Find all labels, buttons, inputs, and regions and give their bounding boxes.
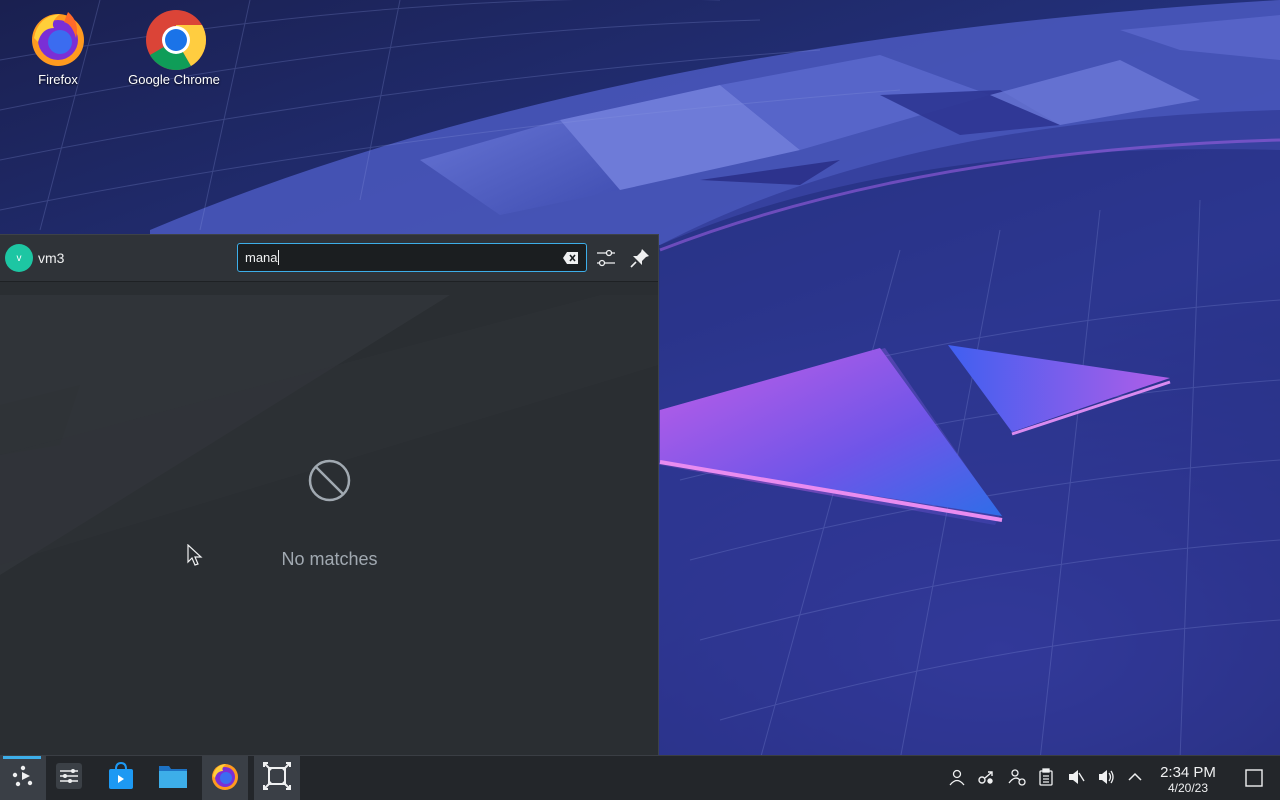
mouse-cursor-icon <box>187 543 203 568</box>
desktop-icon-label: Firefox <box>38 72 78 87</box>
show-hidden-chevron-icon[interactable] <box>1126 768 1144 786</box>
taskbar-file-manager[interactable] <box>150 756 196 800</box>
firefox-icon <box>210 761 240 796</box>
clipboard-icon[interactable] <box>1037 768 1055 786</box>
avatar[interactable]: v <box>5 244 33 272</box>
firefox-icon <box>28 8 88 68</box>
active-indicator <box>3 756 41 759</box>
taskbar-screen-tool[interactable] <box>254 756 300 800</box>
discover-store-icon <box>107 761 135 796</box>
microphone-muted-icon[interactable] <box>1067 768 1085 786</box>
search-input-value: mana <box>245 250 279 265</box>
taskbar-discover[interactable] <box>98 756 144 800</box>
pin-icon[interactable] <box>629 247 651 269</box>
taskbar <box>0 755 1280 800</box>
user-switch-icon[interactable] <box>1008 768 1026 786</box>
system-settings-icon <box>55 762 83 795</box>
taskbar-firefox[interactable] <box>202 756 248 800</box>
launcher-header: v vm3 mana <box>0 235 658 282</box>
application-launcher-icon <box>10 763 36 794</box>
search-input[interactable]: mana <box>237 243 587 272</box>
clear-search-icon[interactable] <box>562 250 580 266</box>
application-launcher: v vm3 mana No matches <box>0 234 659 755</box>
kde-connect-icon[interactable] <box>977 768 995 786</box>
clock-date[interactable]: 4/20/23 <box>1150 781 1226 795</box>
desktop-icon-chrome[interactable]: Google Chrome <box>119 0 229 87</box>
username[interactable]: vm3 <box>38 250 64 266</box>
volume-icon[interactable] <box>1097 768 1115 786</box>
text-caret <box>277 250 279 265</box>
dolphin-files-icon <box>158 763 188 794</box>
desktop-icon-firefox[interactable]: Firefox <box>3 0 113 87</box>
chrome-icon <box>144 8 207 71</box>
clock-time[interactable]: 2:34 PM <box>1150 764 1226 781</box>
show-desktop-icon[interactable] <box>1245 769 1263 787</box>
no-results-icon <box>307 458 352 503</box>
search-query: mana <box>245 250 278 265</box>
application-launcher-button[interactable] <box>0 756 46 800</box>
taskbar-system-settings[interactable] <box>46 756 92 800</box>
user-icon[interactable] <box>948 768 966 786</box>
desktop-icon-label: Google Chrome <box>128 72 220 87</box>
configure-icon[interactable] <box>595 247 617 269</box>
krfb-screen-icon <box>263 762 291 795</box>
empty-state-message: No matches <box>281 549 378 569</box>
